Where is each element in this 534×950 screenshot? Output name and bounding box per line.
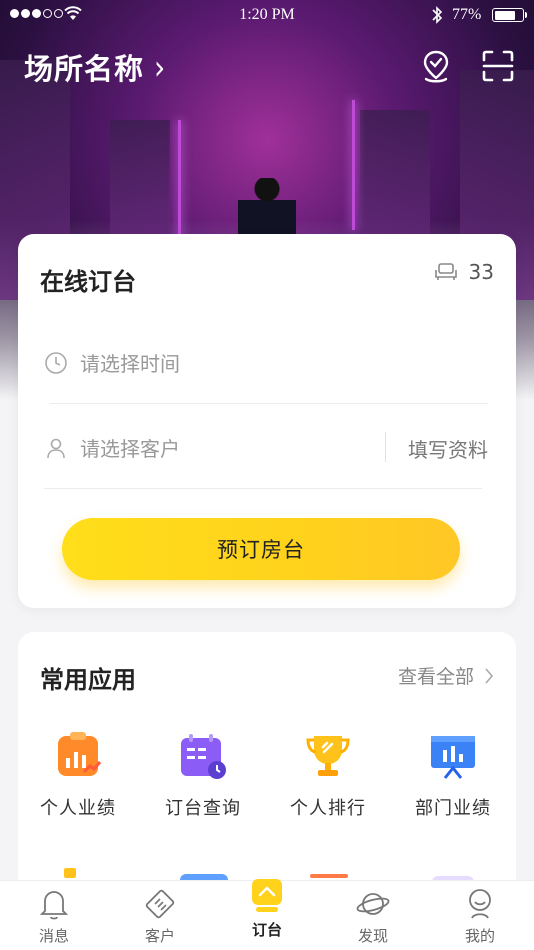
personal-ranking-icon	[306, 736, 350, 776]
tab-discover[interactable]: 发现	[333, 887, 413, 946]
divider	[44, 488, 482, 489]
divider	[50, 403, 488, 404]
battery-icon	[492, 8, 527, 22]
app-label: 部门业绩	[415, 798, 491, 819]
seat-count: 33	[468, 260, 494, 284]
app-booking-query[interactable]: 订台查询	[143, 732, 263, 820]
vertical-divider	[385, 432, 386, 462]
battery-percent: 77%	[452, 6, 482, 23]
time-picker-field[interactable]: 请选择时间	[44, 348, 180, 377]
bluetooth-icon	[432, 6, 443, 24]
app-personal-performance[interactable]: 个人业绩	[18, 732, 138, 820]
venue-name: 场所名称	[24, 52, 145, 86]
handshake-icon	[145, 889, 175, 919]
app-department-performance[interactable]: 部门业绩	[393, 732, 513, 820]
bell-icon	[39, 891, 69, 920]
booking-tab-icon	[252, 879, 282, 912]
bottom-tab-bar: 消息 客户 订台 发现 我的	[0, 879, 534, 950]
apps-card-title: 常用应用	[40, 666, 136, 694]
view-all-label: 查看全部	[397, 666, 474, 688]
silhouette-figure	[238, 178, 296, 238]
app-label: 个人排行	[290, 798, 366, 819]
status-bar: 1:20 PM 77%	[0, 0, 534, 30]
chevron-right-icon	[485, 667, 494, 684]
tab-customers[interactable]: 客户	[120, 887, 200, 946]
app-label: 订台查询	[165, 798, 241, 819]
app-personal-ranking[interactable]: 个人排行	[268, 732, 388, 820]
available-seats[interactable]: 33	[434, 260, 494, 284]
profile-icon	[469, 889, 491, 919]
personal-performance-icon	[58, 732, 102, 776]
chevron-right-icon: ›	[154, 47, 167, 87]
view-all-link[interactable]: 查看全部	[398, 662, 494, 689]
location-check-icon[interactable]	[418, 48, 454, 84]
tab-label: 我的	[464, 927, 495, 945]
department-performance-icon	[431, 736, 475, 779]
scan-icon[interactable]	[480, 48, 516, 84]
booking-card-title: 在线订台	[40, 268, 136, 296]
clock-icon	[45, 351, 67, 374]
tab-messages[interactable]: 消息	[14, 887, 94, 946]
tab-label: 客户	[144, 927, 175, 945]
tab-label: 消息	[38, 927, 69, 945]
sofa-icon	[434, 263, 457, 280]
fill-info-link[interactable]: 填写资料	[408, 434, 488, 463]
venue-selector[interactable]: 场所名称 ›	[24, 46, 166, 88]
tab-profile[interactable]: 我的	[440, 887, 520, 946]
person-icon	[47, 438, 65, 458]
online-booking-card: 在线订台 33 请选择时间 请选择客户 填写资料 预订房台	[18, 234, 516, 608]
tab-label: 发现	[357, 927, 388, 945]
tab-label: 订台	[251, 921, 282, 939]
booking-query-icon	[181, 734, 226, 779]
battery-level	[494, 10, 516, 20]
planet-icon	[356, 893, 390, 915]
customer-placeholder: 请选择客户	[80, 437, 180, 461]
time-placeholder: 请选择时间	[80, 352, 180, 376]
tab-booking[interactable]: 订台	[227, 875, 307, 940]
book-room-button[interactable]: 预订房台	[62, 518, 460, 580]
customer-picker-field[interactable]: 请选择客户	[44, 433, 180, 462]
app-label: 个人业绩	[40, 798, 116, 819]
